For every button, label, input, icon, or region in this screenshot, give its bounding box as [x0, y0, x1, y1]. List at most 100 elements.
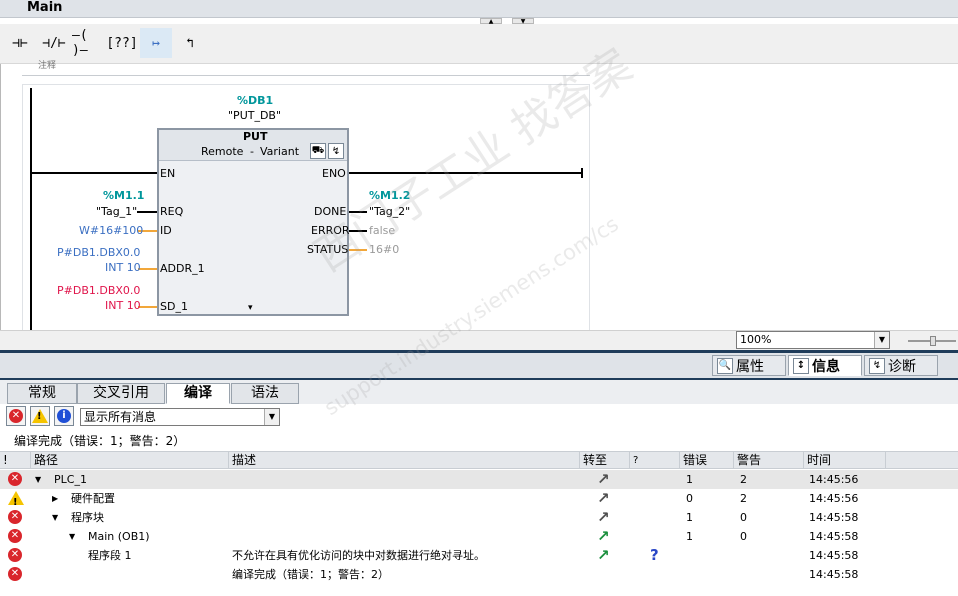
- instruction-name: PUT: [243, 130, 268, 143]
- collapse-arrow-icon[interactable]: ▼: [69, 527, 75, 546]
- help-icon[interactable]: ?: [650, 546, 659, 565]
- message-filter-dropdown[interactable]: 显示所有消息 ▼: [80, 408, 280, 426]
- row-time: 14:45:58: [809, 511, 859, 524]
- error-icon: ✕: [8, 510, 22, 524]
- show-warnings-toggle[interactable]: !: [30, 406, 50, 426]
- tab-cross-references[interactable]: 交叉引用: [77, 383, 165, 404]
- open-branch-button[interactable]: ↦: [140, 28, 172, 58]
- network-comment[interactable]: 注释: [38, 58, 56, 71]
- zoom-slider[interactable]: [908, 336, 956, 346]
- row-description: 不允许在具有优化访问的块中对数据进行绝对寻址。: [232, 549, 485, 562]
- col-time[interactable]: 时间: [804, 452, 886, 469]
- warning-icon: !: [8, 491, 24, 508]
- expand-pins-icon[interactable]: ▾: [248, 303, 253, 313]
- addr-operand-length[interactable]: INT 10: [105, 261, 141, 274]
- sd-operand-pointer[interactable]: P#DB1.DBX0.0: [57, 284, 140, 297]
- error-icon: ✕: [8, 472, 22, 486]
- row-warnings: 2: [740, 492, 747, 505]
- tab-diagnostics-label: 诊断: [888, 358, 916, 375]
- error-icon: ✕: [8, 548, 22, 562]
- connection-mode[interactable]: Remote: [201, 145, 243, 158]
- col-errors[interactable]: 错误: [680, 452, 734, 469]
- goto-arrow-icon[interactable]: ↗: [597, 470, 610, 489]
- col-warnings[interactable]: 警告: [734, 452, 804, 469]
- messages-table-header: ! 路径 描述 转至 ? 错误 警告 时间: [0, 451, 958, 469]
- tab-info-label: 信息: [812, 358, 840, 375]
- sd-operand-length[interactable]: INT 10: [105, 299, 141, 312]
- block-config-toolbox-icon[interactable]: ⛟: [310, 143, 326, 159]
- addr-operand-pointer[interactable]: P#DB1.DBX0.0: [57, 246, 140, 259]
- collapse-arrow-icon[interactable]: ▼: [35, 470, 41, 489]
- sd-wire: [138, 306, 157, 308]
- empty-box-button[interactable]: [??]: [106, 28, 138, 58]
- row-warnings: 0: [740, 530, 747, 543]
- open-branch-icon: ↦: [152, 35, 160, 51]
- zoom-dropdown[interactable]: 100% ▼: [736, 331, 890, 349]
- goto-arrow-icon[interactable]: ↗: [597, 527, 610, 546]
- tab-properties[interactable]: 🔍 属性: [712, 355, 786, 376]
- col-icon[interactable]: !: [0, 452, 31, 469]
- instance-db-name[interactable]: "PUT_DB": [228, 109, 281, 122]
- error-icon: ✕: [9, 409, 23, 423]
- chevron-down-icon[interactable]: ▼: [874, 332, 889, 348]
- zoom-slider-handle[interactable]: [930, 336, 936, 346]
- tab-syntax[interactable]: 语法: [231, 383, 299, 404]
- network-title-line: [22, 75, 590, 76]
- col-description[interactable]: 描述: [229, 452, 580, 469]
- row-path: PLC_1: [54, 473, 87, 486]
- col-goto[interactable]: 转至: [580, 452, 630, 469]
- req-operand-address[interactable]: %M1.1: [103, 189, 144, 202]
- mode-separator: -: [250, 145, 254, 158]
- tab-info[interactable]: ↕ 信息: [788, 355, 862, 376]
- table-row[interactable]: ✕ 编译完成（错误：1；警告：2） 14:45:58: [0, 565, 958, 584]
- row-path: 程序块: [71, 511, 104, 524]
- show-errors-toggle[interactable]: ✕: [6, 406, 26, 426]
- addr-wire: [138, 268, 157, 270]
- show-info-toggle[interactable]: i: [54, 406, 74, 426]
- col-path[interactable]: 路径: [31, 452, 229, 469]
- tab-diagnostics[interactable]: ↯ 诊断: [864, 355, 938, 376]
- close-branch-icon: ↰: [186, 35, 194, 51]
- block-diagnostics-icon[interactable]: ↯: [328, 143, 344, 159]
- row-errors: 1: [686, 473, 693, 486]
- tab-properties-label: 属性: [736, 358, 764, 375]
- collapse-arrow-icon[interactable]: ▼: [52, 508, 58, 527]
- normally-closed-contact-button[interactable]: ⊣/⊢: [38, 28, 70, 58]
- properties-icon: 🔍: [717, 357, 733, 374]
- col-help[interactable]: ?: [630, 452, 680, 469]
- tab-compile[interactable]: 编译: [166, 383, 230, 404]
- row-time: 14:45:58: [809, 549, 859, 562]
- instance-db-address[interactable]: %DB1: [237, 94, 273, 107]
- normally-closed-contact-icon: ⊣/⊢: [42, 35, 66, 51]
- chevron-down-icon[interactable]: ▼: [264, 409, 279, 425]
- req-operand-name[interactable]: "Tag_1": [96, 205, 137, 218]
- table-row[interactable]: ✕ ▼ 程序块 ↗ 1 0 14:45:58: [0, 508, 958, 527]
- data-type[interactable]: Variant: [260, 145, 299, 158]
- editor-title-bar: Main: [0, 0, 958, 18]
- table-row[interactable]: ✕ ▼ Main (OB1) ↗ 1 0 14:45:58: [0, 527, 958, 546]
- inspector-window-bar: 🔍 属性 ↕ 信息 ↯ 诊断: [0, 353, 958, 378]
- row-time: 14:45:58: [809, 530, 859, 543]
- row-path: 程序段 1: [88, 549, 132, 562]
- expand-arrow-icon[interactable]: ▶: [52, 489, 58, 508]
- goto-arrow-icon[interactable]: ↗: [597, 489, 610, 508]
- coil-icon: –( )–: [72, 28, 88, 58]
- pin-en: EN: [160, 167, 176, 180]
- info-icon: ↕: [793, 357, 809, 374]
- normally-open-contact-button[interactable]: ⊣⊢: [4, 28, 36, 58]
- close-branch-button[interactable]: ↰: [174, 28, 206, 58]
- pin-addr: ADDR_1: [160, 262, 205, 275]
- pin-req: REQ: [160, 205, 184, 218]
- info-icon: i: [57, 409, 71, 423]
- id-operand[interactable]: W#16#100: [79, 224, 143, 237]
- tab-general[interactable]: 常规: [7, 383, 77, 404]
- normally-open-contact-icon: ⊣⊢: [12, 35, 28, 51]
- empty-box-icon: [??]: [106, 35, 138, 51]
- goto-arrow-icon[interactable]: ↗: [597, 546, 610, 565]
- table-row[interactable]: ✕ ▼ PLC_1 ↗ 1 2 14:45:56: [0, 470, 958, 489]
- table-row[interactable]: ✕ 程序段 1 不允许在具有优化访问的块中对数据进行绝对寻址。 ↗? 14:45:58: [0, 546, 958, 565]
- pin-eno: ENO: [322, 167, 346, 180]
- coil-button[interactable]: –( )–: [72, 28, 104, 58]
- goto-arrow-icon[interactable]: ↗: [597, 508, 610, 527]
- table-row[interactable]: ! ▶ 硬件配置 ↗ 0 2 14:45:56: [0, 489, 958, 508]
